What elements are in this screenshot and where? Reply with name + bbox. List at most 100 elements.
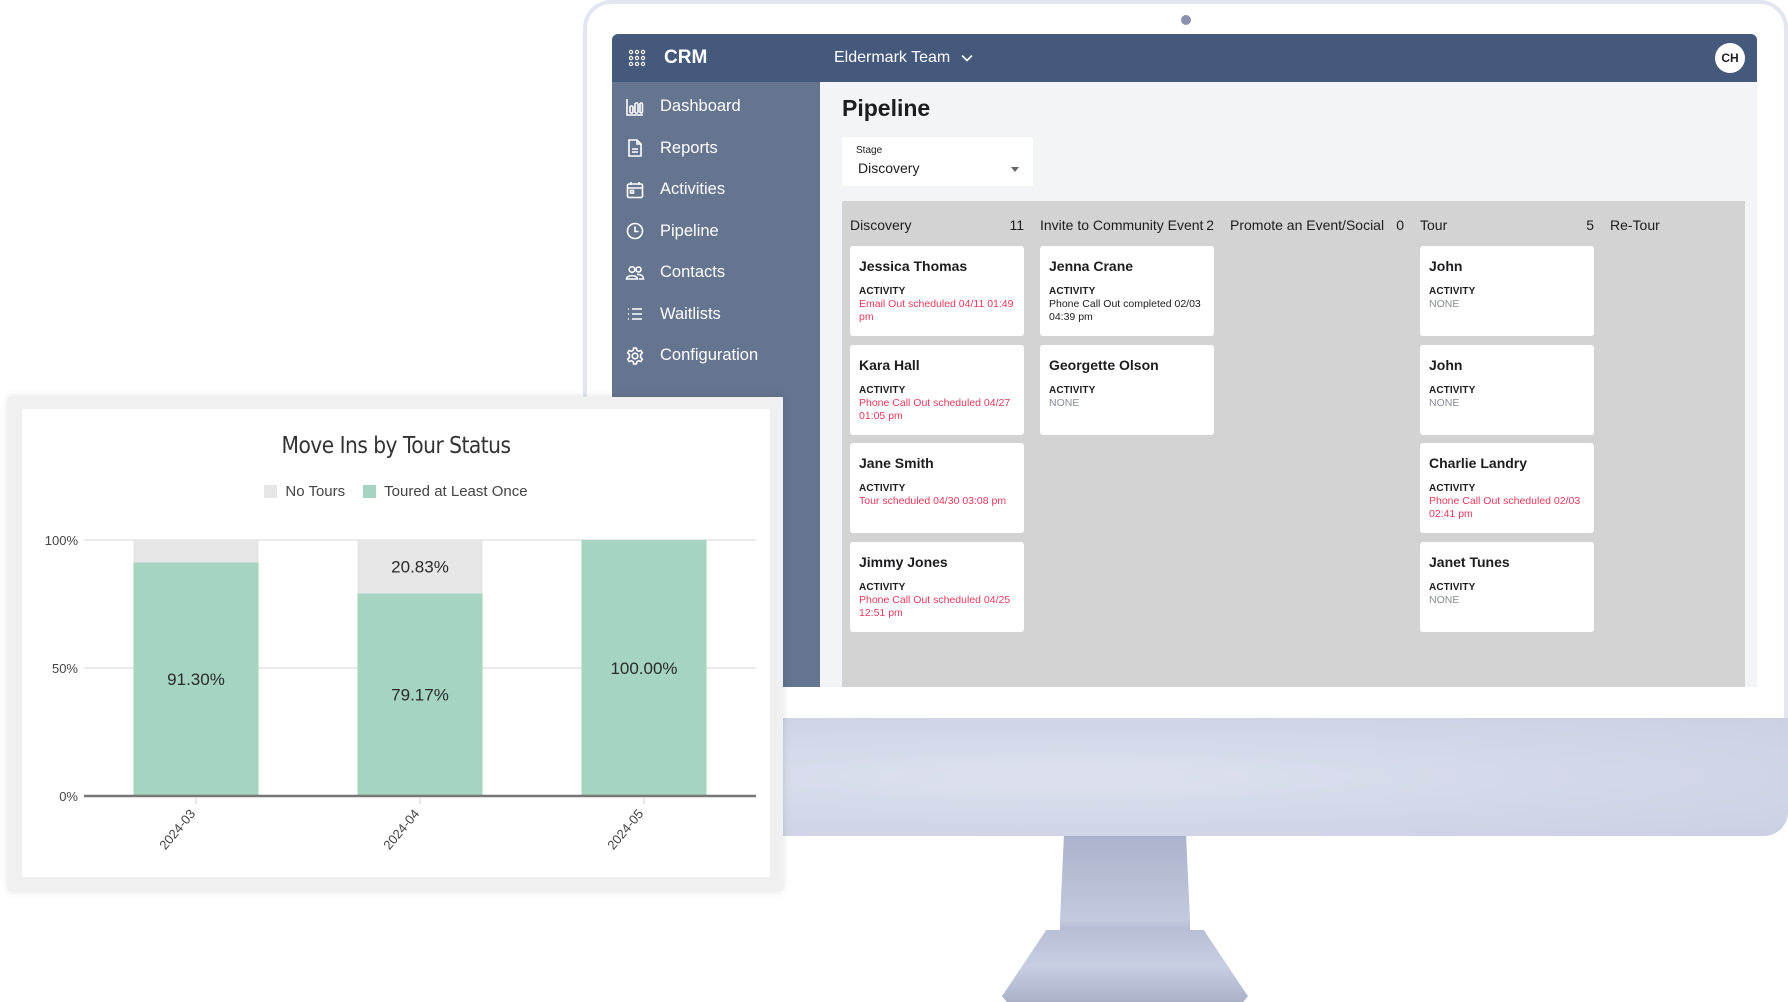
pipeline-column: Invite to Community Event 2 Jenna Crane ACT… [1032, 201, 1222, 687]
activity-value: Email Out scheduled 04/11 01:49 pm [859, 298, 1014, 323]
page-title: Pipeline [842, 95, 931, 121]
activity-label: ACTIVITY [1049, 384, 1096, 396]
sidebar-item-label: Pipeline [660, 221, 719, 240]
sidebar-item-label: Dashboard [660, 97, 741, 116]
stage-dropdown-label: Stage [856, 145, 883, 156]
sidebar-item-label: Contacts [660, 263, 726, 282]
activity-value: Phone Call Out scheduled 04/27 01:05 pm [859, 396, 1011, 422]
sidebar-item-configuration[interactable]: Configuration [612, 335, 820, 377]
lead-name: Janet Tunes [1429, 553, 1510, 570]
app-launcher-icon[interactable] [628, 49, 646, 67]
lead-name: Jimmy Jones [859, 553, 948, 570]
app-title: CRM [664, 47, 708, 68]
pipeline-column: Discovery 11 Jessica Thomas ACTIVITY Email O… [842, 201, 1032, 687]
chart-card: Move Ins by Tour Status No Tours Toured … [8, 397, 783, 891]
pipeline-column: Tour 5 John ACTIVITY NONE John ACTIVITY NONE Cha… [1412, 201, 1602, 687]
column-header: Discovery 11 [850, 217, 1024, 233]
user-avatar[interactable]: CH [1715, 43, 1745, 73]
x-tick-label: 2024-03 [156, 806, 198, 852]
pipeline-column: Re-Tour [1602, 201, 1745, 687]
column-count: 0 [1396, 217, 1404, 233]
gear-icon [624, 345, 646, 367]
document-icon [624, 137, 646, 159]
top-bar: CRM Eldermark Team CH [612, 34, 1757, 82]
sidebar-item-pipeline[interactable]: Pipeline [612, 211, 820, 253]
lead-name: John [1429, 356, 1463, 373]
lead-card[interactable]: Jenna Crane ACTIVITY Phone Call Out comple… [1040, 246, 1214, 336]
team-name: Eldermark Team [834, 49, 951, 66]
lead-name: Georgette Olson [1049, 356, 1159, 373]
lead-name: John [1429, 258, 1463, 274]
sidebar-item-label: Activities [660, 180, 726, 199]
column-title: Promote an Event/Social [1230, 217, 1385, 233]
activity-label: ACTIVITY [1429, 286, 1476, 297]
column-header: Tour 5 [1420, 217, 1594, 233]
column-count: 11 [1009, 217, 1024, 233]
column-title: Tour [1420, 217, 1448, 233]
people-icon [624, 262, 646, 284]
lead-name: Jenna Crane [1049, 258, 1134, 274]
lead-name: Jessica Thomas [859, 258, 968, 274]
activity-label: ACTIVITY [1049, 286, 1096, 297]
monitor-camera [1181, 15, 1191, 25]
activity-value: Tour scheduled 04/30 03:08 pm [859, 495, 1007, 507]
lead-card[interactable]: Jessica Thomas ACTIVITY Email Out schedule… [850, 246, 1024, 336]
stage-dropdown[interactable]: Stage Discovery [842, 137, 1033, 186]
pipeline-column: Promote an Event/Social 0 [1222, 201, 1412, 687]
bar-chart-icon [624, 96, 646, 118]
activity-label: ACTIVITY [1429, 384, 1476, 396]
column-header: Promote an Event/Social 0 [1230, 217, 1404, 233]
calendar-icon [624, 179, 646, 201]
lead-name: Jane Smith [859, 455, 934, 471]
x-tick-label: 2024-04 [380, 806, 422, 852]
sidebar-item-activities[interactable]: Activities [612, 169, 820, 211]
list-icon [624, 303, 646, 325]
lead-card[interactable]: Jimmy Jones ACTIVITY Phone Call Out schedu… [850, 541, 1024, 632]
chevron-down-icon [961, 54, 973, 62]
sidebar-item-dashboard[interactable]: Dashboard [612, 86, 820, 128]
activity-label: ACTIVITY [859, 581, 906, 593]
chart-plot: 0% 50% 100% 91.30% 2024-03 79.17% 20.83% 2024-0… [45, 533, 756, 852]
data-label: 91.30% [167, 670, 225, 689]
column-count: 2 [1206, 217, 1214, 233]
lead-card[interactable]: Kara Hall ACTIVITY Phone Call Out schedule… [850, 344, 1024, 435]
lead-card[interactable]: Georgette Olson ACTIVITY NONE [1040, 344, 1214, 435]
lead-name: Charlie Landry [1429, 455, 1528, 471]
data-label: 100.00% [610, 659, 677, 678]
y-tick-label: 50% [52, 661, 78, 676]
lead-card[interactable]: Charlie Landry ACTIVITY Phone Call Out sch… [1420, 443, 1594, 533]
lead-name: Kara Hall [859, 356, 920, 373]
column-title: Discovery [850, 217, 912, 233]
activity-label: ACTIVITY [859, 483, 906, 494]
activity-label: ACTIVITY [1429, 483, 1476, 494]
pipeline-board: Discovery 11 Jessica Thomas ACTIVITY Email O… [842, 201, 1745, 687]
chart-panel: Move Ins by Tour Status No Tours Toured … [22, 409, 770, 877]
activity-label: ACTIVITY [859, 384, 906, 396]
y-tick-label: 0% [59, 789, 78, 804]
activity-label: ACTIVITY [1429, 581, 1476, 593]
activity-value: NONE [1429, 396, 1460, 409]
data-label: 20.83% [391, 558, 449, 577]
lead-card[interactable]: John ACTIVITY NONE [1420, 246, 1594, 336]
data-label: 79.17% [391, 686, 449, 705]
team-selector[interactable]: Eldermark Team [834, 49, 974, 67]
lead-card[interactable]: Jane Smith ACTIVITY Tour scheduled 04/30 0… [850, 443, 1024, 533]
clock-icon [624, 220, 646, 242]
activity-value: Phone Call Out scheduled 04/25 12:51 pm [859, 593, 1011, 619]
sidebar-item-reports[interactable]: Reports [612, 128, 820, 170]
column-title: Invite to Community Event [1040, 217, 1204, 233]
x-tick-label: 2024-05 [604, 806, 646, 852]
sidebar-item-waitlists[interactable]: Waitlists [612, 294, 820, 336]
main-content: Pipeline Stage Discovery Discovery 11 Jess… [820, 82, 1757, 687]
lead-card[interactable]: Janet Tunes ACTIVITY NONE [1420, 541, 1594, 632]
caret-down-icon [1011, 167, 1019, 172]
activity-value: NONE [1429, 593, 1460, 606]
sidebar-item-label: Reports [660, 138, 718, 157]
lead-card[interactable]: John ACTIVITY NONE [1420, 344, 1594, 435]
sidebar-item-label: Waitlists [660, 304, 721, 323]
column-title: Re-Tour [1610, 217, 1660, 233]
sidebar-item-contacts[interactable]: Contacts [612, 252, 820, 294]
activity-value: NONE [1049, 396, 1080, 409]
column-header: Invite to Community Event 2 [1040, 217, 1214, 233]
activity-value: NONE [1429, 298, 1460, 310]
